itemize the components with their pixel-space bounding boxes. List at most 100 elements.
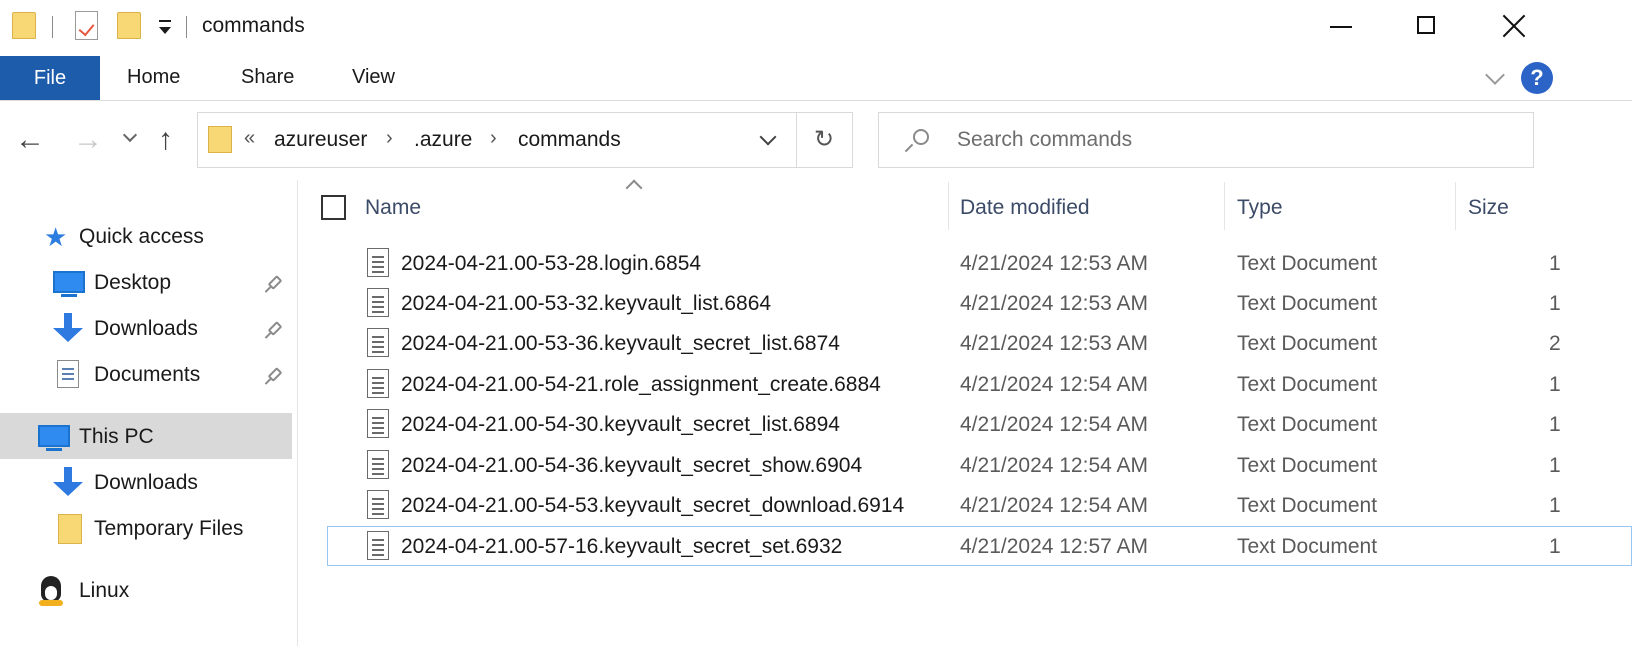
file-date: 4/21/2024 12:57 AM xyxy=(960,535,1148,558)
close-button[interactable] xyxy=(1494,8,1538,44)
refresh-icon[interactable]: ↻ xyxy=(814,125,834,154)
file-size: 1 xyxy=(1549,413,1561,436)
address-history-button[interactable] xyxy=(759,128,777,146)
file-type: Text Document xyxy=(1237,454,1378,477)
close-icon xyxy=(1501,13,1527,39)
breadcrumb-overflow[interactable]: « xyxy=(244,127,255,150)
file-name[interactable]: 2024-04-21.00-53-28.login.6854 xyxy=(401,252,701,276)
file-type: Text Document xyxy=(1237,373,1378,396)
search-icon xyxy=(913,129,929,145)
text-file-icon xyxy=(367,450,389,479)
properties-icon[interactable] xyxy=(75,11,98,40)
window-title: commands xyxy=(202,14,305,37)
file-row[interactable]: 2024-04-21.00-54-21.role_assignment_crea… xyxy=(0,364,1632,404)
customize-toolbar-dropdown[interactable] xyxy=(158,20,172,36)
nav-linux[interactable]: Linux xyxy=(79,579,129,603)
forward-button[interactable]: → xyxy=(73,125,103,155)
file-name[interactable]: 2024-04-21.00-54-21.role_assignment_crea… xyxy=(401,373,881,397)
penguin-belly xyxy=(45,586,57,600)
text-file-icon xyxy=(367,490,389,519)
file-row[interactable]: 2024-04-21.00-54-53.keyvault_secret_down… xyxy=(0,485,1632,525)
toolbar-separator xyxy=(186,16,187,38)
file-size: 1 xyxy=(1549,494,1561,517)
chevron-down-icon xyxy=(159,27,171,34)
text-file-icon xyxy=(367,531,389,560)
breadcrumb-azure[interactable]: .azure xyxy=(414,128,472,152)
file-date: 4/21/2024 12:54 AM xyxy=(960,373,1148,396)
file-type: Text Document xyxy=(1237,332,1378,355)
address-bar[interactable]: « azureuser › .azure › commands ↻ xyxy=(197,112,853,168)
column-divider[interactable] xyxy=(1455,182,1456,230)
address-divider xyxy=(796,112,797,168)
file-name[interactable]: 2024-04-21.00-54-36.keyvault_secret_show… xyxy=(401,454,862,478)
file-date: 4/21/2024 12:53 AM xyxy=(960,252,1148,275)
search-icon-handle xyxy=(904,143,914,153)
file-date: 4/21/2024 12:53 AM xyxy=(960,332,1148,355)
minimize-button[interactable] xyxy=(1320,10,1364,42)
file-size: 1 xyxy=(1549,454,1561,477)
tab-file[interactable]: File xyxy=(0,56,100,100)
dropdown-bar xyxy=(159,20,171,22)
file-name[interactable]: 2024-04-21.00-57-16.keyvault_secret_set.… xyxy=(401,535,842,559)
file-row[interactable]: 2024-04-21.00-53-28.login.6854 4/21/2024… xyxy=(0,243,1632,283)
file-size: 1 xyxy=(1549,373,1561,396)
breadcrumb-separator[interactable]: › xyxy=(386,127,393,150)
help-button[interactable]: ? xyxy=(1521,62,1553,94)
new-folder-icon[interactable] xyxy=(117,12,141,39)
file-name[interactable]: 2024-04-21.00-53-32.keyvault_list.6864 xyxy=(401,292,771,316)
text-file-icon xyxy=(367,328,389,357)
maximize-button[interactable] xyxy=(1406,8,1450,44)
penguin-feet xyxy=(39,600,63,606)
file-row[interactable]: 2024-04-21.00-53-32.keyvault_list.6864 4… xyxy=(0,283,1632,323)
breadcrumb-separator[interactable]: › xyxy=(490,127,497,150)
file-size: 1 xyxy=(1549,252,1561,275)
toolbar-separator xyxy=(52,16,53,38)
file-type: Text Document xyxy=(1237,292,1378,315)
expand-ribbon-button[interactable] xyxy=(1480,62,1510,92)
recent-locations-button[interactable] xyxy=(122,127,138,144)
select-all-checkbox[interactable] xyxy=(321,195,346,220)
column-divider[interactable] xyxy=(948,182,949,230)
file-date: 4/21/2024 12:54 AM xyxy=(960,454,1148,477)
tab-share[interactable]: Share xyxy=(241,66,294,89)
file-date: 4/21/2024 12:54 AM xyxy=(960,413,1148,436)
folder-icon[interactable] xyxy=(12,12,36,39)
file-name[interactable]: 2024-04-21.00-54-30.keyvault_secret_list… xyxy=(401,413,840,437)
breadcrumb-commands[interactable]: commands xyxy=(518,128,621,152)
breadcrumb-azureuser[interactable]: azureuser xyxy=(274,128,367,152)
file-row[interactable]: 2024-04-21.00-54-36.keyvault_secret_show… xyxy=(0,445,1632,485)
chevron-down-icon xyxy=(1485,65,1505,85)
sort-ascending-icon xyxy=(625,179,643,197)
column-header-name[interactable]: Name xyxy=(365,196,421,220)
file-type: Text Document xyxy=(1237,413,1378,436)
chevron-down-icon xyxy=(122,127,138,143)
text-file-icon xyxy=(367,248,389,277)
file-type: Text Document xyxy=(1237,252,1378,275)
folder-icon xyxy=(208,126,232,153)
tab-view[interactable]: View xyxy=(352,66,395,89)
column-header-size[interactable]: Size xyxy=(1468,196,1509,220)
column-header-date[interactable]: Date modified xyxy=(960,196,1090,220)
file-type: Text Document xyxy=(1237,535,1378,558)
up-button[interactable]: ↑ xyxy=(158,125,173,155)
file-size: 1 xyxy=(1549,292,1561,315)
file-name[interactable]: 2024-04-21.00-53-36.keyvault_secret_list… xyxy=(401,332,840,356)
linux-icon xyxy=(38,576,64,608)
file-size: 2 xyxy=(1549,332,1561,355)
search-box[interactable]: Search commands xyxy=(878,112,1534,168)
text-file-icon xyxy=(367,369,389,398)
file-row[interactable]: 2024-04-21.00-54-30.keyvault_secret_list… xyxy=(0,404,1632,444)
tab-home[interactable]: Home xyxy=(127,66,180,89)
file-date: 4/21/2024 12:53 AM xyxy=(960,292,1148,315)
chevron-down-icon xyxy=(759,128,777,146)
search-input[interactable]: Search commands xyxy=(957,128,1132,152)
file-name[interactable]: 2024-04-21.00-54-53.keyvault_secret_down… xyxy=(401,494,904,518)
ribbon-divider xyxy=(0,100,1632,101)
text-file-icon xyxy=(367,409,389,438)
column-divider[interactable] xyxy=(1224,182,1225,230)
file-type: Text Document xyxy=(1237,494,1378,517)
file-row-selected[interactable]: 2024-04-21.00-57-16.keyvault_secret_set.… xyxy=(0,526,1632,566)
file-row[interactable]: 2024-04-21.00-53-36.keyvault_secret_list… xyxy=(0,323,1632,363)
back-button[interactable]: ← xyxy=(15,125,45,155)
column-header-type[interactable]: Type xyxy=(1237,196,1283,220)
